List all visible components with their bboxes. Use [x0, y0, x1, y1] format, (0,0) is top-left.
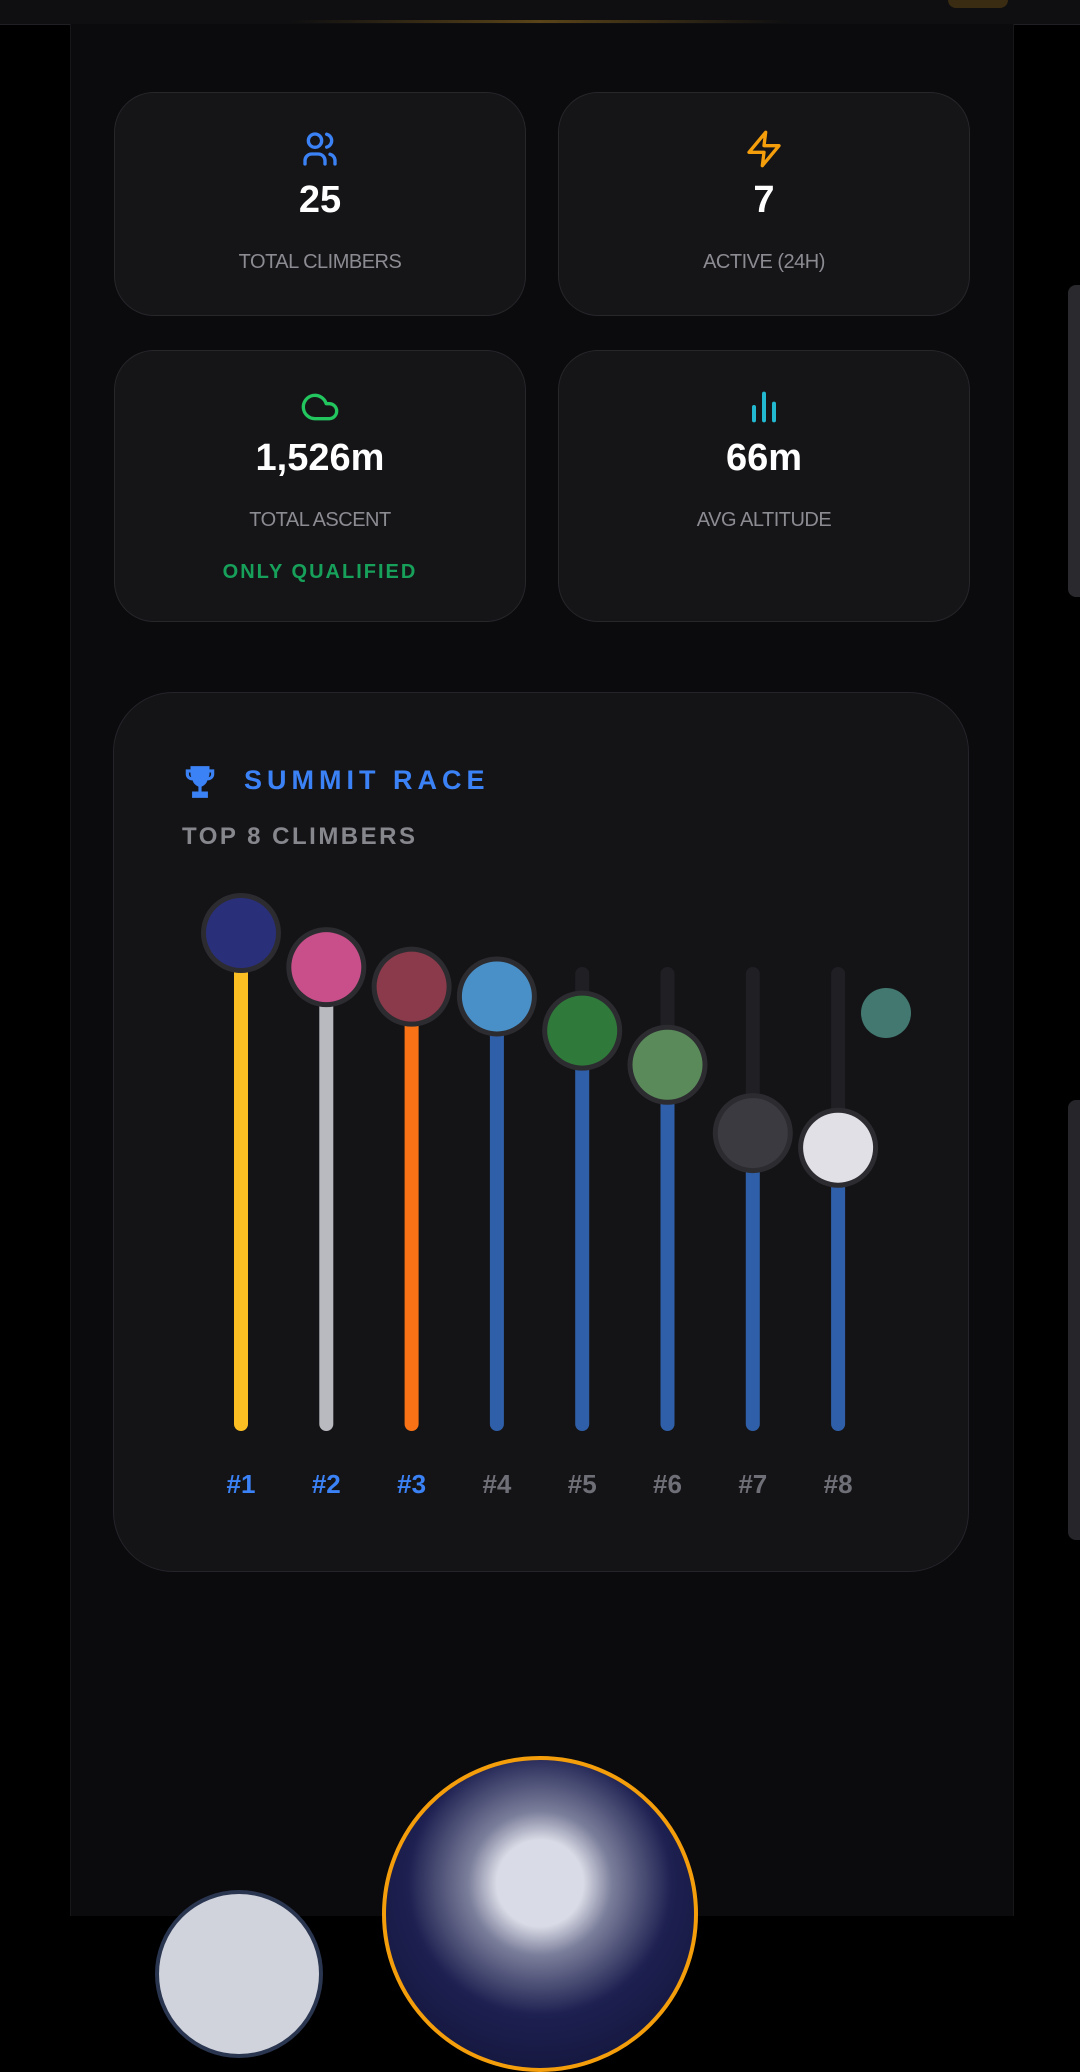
avatar[interactable]	[632, 1029, 703, 1100]
status-dot	[861, 988, 911, 1038]
top-bar	[0, 0, 1080, 25]
bar	[660, 1074, 675, 1431]
users-icon	[303, 132, 337, 166]
stat-value: 1,526m	[255, 437, 385, 479]
bar	[489, 1006, 504, 1431]
race-chart: #1 #2 #3 #4 #5 #6 #7 #8	[201, 893, 911, 1499]
stat-card-active: 7 ACTIVE (24H)	[558, 92, 970, 316]
bolt-icon	[747, 130, 781, 168]
avatar[interactable]	[206, 898, 276, 968]
stat-card-total-climbers: 25 TOTAL CLIMBERS	[114, 92, 526, 316]
scroll-handle[interactable]	[1068, 285, 1080, 597]
runner-up-avatar[interactable]	[155, 1890, 323, 2058]
avatar[interactable]	[291, 932, 362, 1003]
stat-card-total-ascent: 1,526m TOTAL ASCENT ONLY QUALIFIED	[114, 350, 526, 622]
bar	[404, 996, 419, 1431]
avatar[interactable]	[547, 995, 618, 1066]
rank-label: #4	[482, 1469, 511, 1499]
leader-avatar[interactable]	[382, 1756, 698, 2072]
avatar[interactable]	[803, 1112, 874, 1183]
rank-label: #6	[653, 1469, 682, 1499]
top-bar-glow	[290, 20, 790, 23]
stat-label: AVG ALTITUDE	[696, 509, 832, 531]
stat-value: 66m	[725, 437, 803, 479]
rank-label: #2	[312, 1469, 341, 1499]
bar	[575, 1040, 590, 1431]
bar	[319, 977, 334, 1431]
stat-card-avg-altitude: 66m AVG ALTITUDE	[558, 350, 970, 622]
stat-value: 25	[298, 179, 342, 221]
rank-label: #5	[568, 1469, 597, 1499]
rank-label: #8	[824, 1469, 853, 1499]
top-bar-tab[interactable]	[948, 0, 1008, 8]
summit-race-card: SUMMIT RACE TOP 8 CLIMBERS #1 #2 #3 #4 #5 #6 #…	[113, 692, 969, 1572]
rank-label: #3	[397, 1469, 426, 1499]
bar	[831, 1157, 846, 1431]
avatar[interactable]	[717, 1098, 788, 1169]
cloud-icon	[301, 393, 339, 421]
bar-chart-icon	[752, 391, 776, 423]
stat-sub-label: ONLY QUALIFIED	[222, 561, 418, 583]
stat-label: TOTAL CLIMBERS	[238, 251, 402, 273]
avatar[interactable]	[461, 961, 532, 1032]
rank-label: #7	[738, 1469, 767, 1499]
stat-label: ACTIVE (24H)	[703, 251, 825, 273]
bar	[234, 943, 248, 1431]
rank-label: #1	[227, 1469, 256, 1499]
stat-label: TOTAL ASCENT	[249, 509, 391, 531]
avatar[interactable]	[376, 951, 447, 1022]
stat-value: 7	[753, 179, 775, 221]
bar	[745, 1143, 760, 1431]
scrollbar[interactable]	[1068, 1100, 1080, 1540]
